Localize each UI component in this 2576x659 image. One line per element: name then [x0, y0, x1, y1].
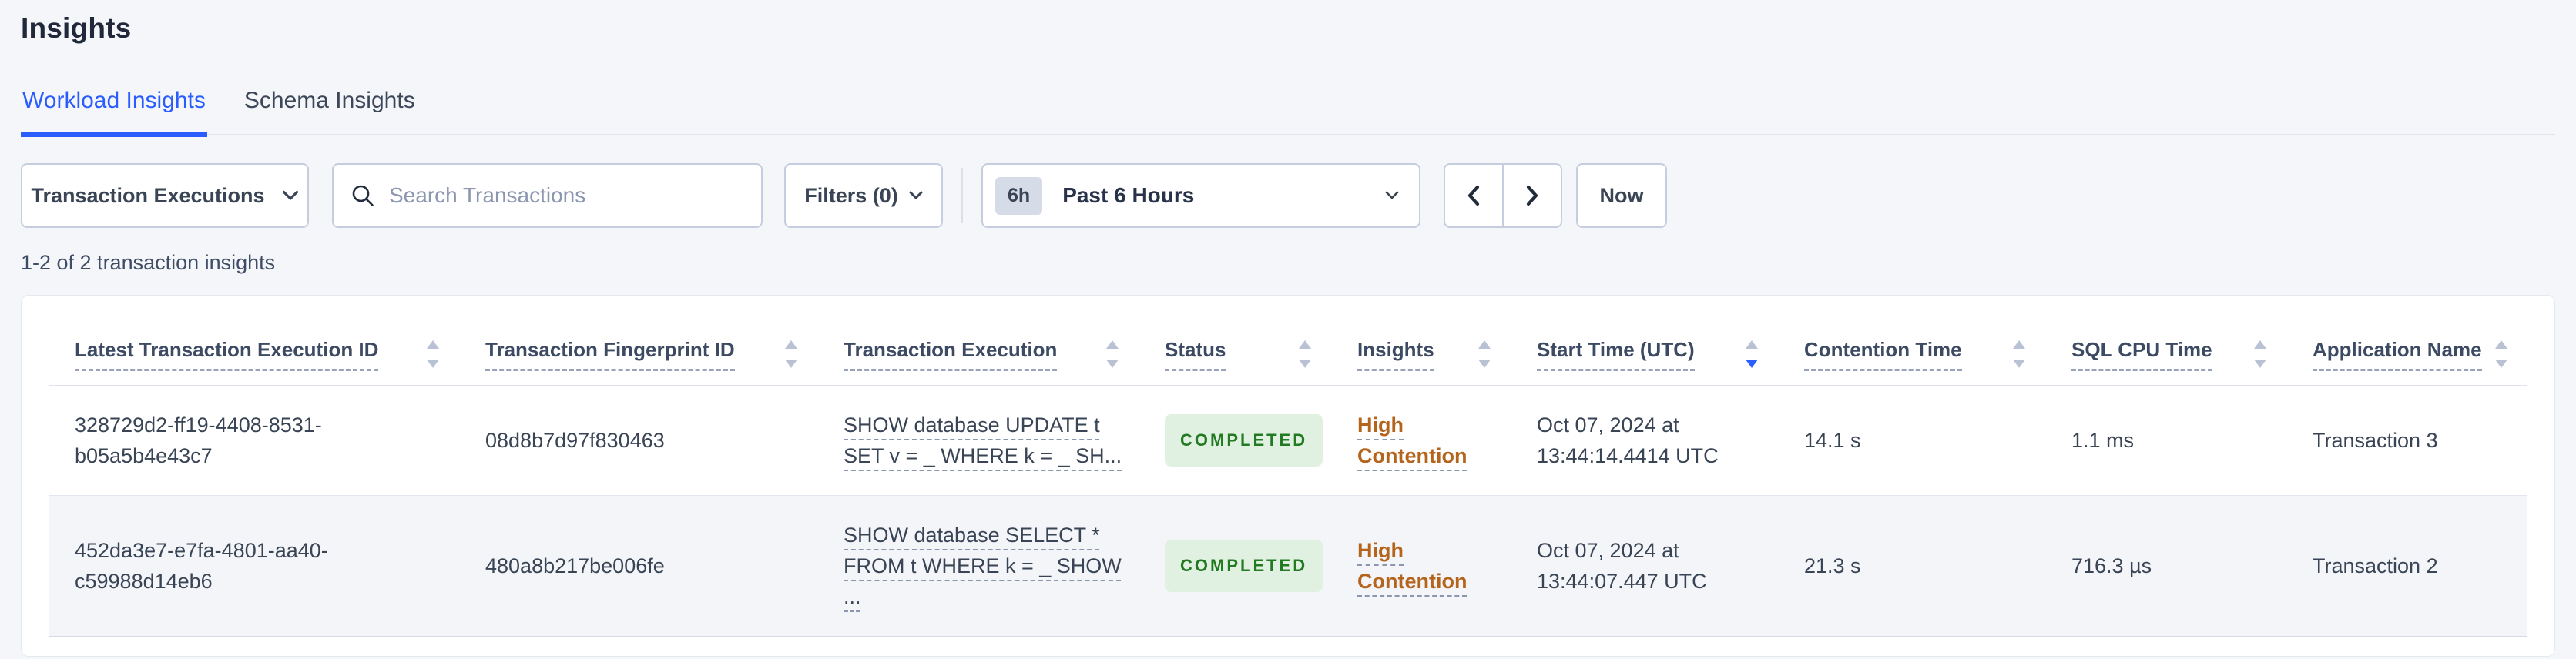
sort-icon[interactable] [2494, 337, 2509, 371]
column-header-transaction-fingerprint-id[interactable]: Transaction Fingerprint ID [459, 296, 817, 385]
chevron-left-icon [1467, 185, 1480, 206]
insights-page: Insights Workload Insights Schema Insigh… [0, 0, 2576, 657]
sql-cpu-time-cell: 716.3 µs [2071, 554, 2152, 577]
chevron-down-icon [909, 191, 923, 199]
status-badge: COMPLETED [1165, 540, 1323, 592]
time-range-pager [1444, 163, 1562, 228]
start-time-cell: Oct 07, 2024 at 13:44:14.4414 UTC [1537, 413, 1719, 467]
column-header-start-time[interactable]: Start Time (UTC) [1511, 296, 1778, 385]
chevron-right-icon [1526, 185, 1538, 206]
search-icon [352, 185, 374, 206]
column-header-insights[interactable]: Insights [1331, 296, 1511, 385]
sort-icon[interactable] [425, 337, 441, 371]
column-header-contention-time[interactable]: Contention Time [1778, 296, 2045, 385]
previous-time-range-button[interactable] [1444, 163, 1504, 228]
fingerprint-id-cell: 08d8b7d97f830463 [485, 429, 665, 452]
insight-high-contention-link[interactable]: High Contention [1331, 535, 1511, 597]
transaction-execution-link[interactable]: SHOW database UPDATE t SET v = _ WHERE k… [817, 410, 1139, 471]
sort-icon[interactable] [2011, 337, 2027, 371]
sort-icon[interactable] [1477, 337, 1492, 371]
table-row: 328729d2-ff19-4408-8531- b05a5b4e43c7 08… [49, 386, 2527, 496]
filters-label: Filters (0) [804, 183, 898, 207]
transaction-type-label: Transaction Executions [31, 183, 265, 207]
column-header-transaction-execution[interactable]: Transaction Execution [817, 296, 1139, 385]
column-header-latest-transaction-execution-id[interactable]: Latest Transaction Execution ID [49, 296, 459, 385]
now-button[interactable]: Now [1576, 163, 1667, 228]
search-input[interactable] [387, 182, 746, 209]
contention-time-cell: 14.1 s [1804, 429, 1861, 452]
time-range-badge: 6h [995, 176, 1043, 215]
contention-time-cell: 21.3 s [1804, 554, 1861, 577]
sort-icon[interactable] [2252, 337, 2268, 371]
tab-bar: Workload Insights Schema Insights [21, 88, 2555, 137]
status-cell: COMPLETED [1139, 414, 1331, 467]
status-badge: COMPLETED [1165, 414, 1323, 467]
chevron-down-icon [1385, 191, 1399, 199]
tab-workload-insights[interactable]: Workload Insights [21, 88, 207, 137]
page-title: Insights [21, 12, 132, 44]
application-name-cell: Transaction 3 [2313, 429, 2438, 452]
application-name-cell: Transaction 2 [2313, 554, 2438, 577]
next-time-range-button[interactable] [1502, 163, 1562, 228]
column-header-status[interactable]: Status [1139, 296, 1331, 385]
table-row: 452da3e7-e7fa-4801-aa40- c59988d14eb6 48… [49, 496, 2527, 637]
insight-high-contention-link[interactable]: High Contention [1331, 410, 1511, 471]
sql-cpu-time-cell: 1.1 ms [2071, 429, 2135, 452]
chevron-down-icon [282, 190, 298, 200]
toolbar: Transaction Executions Filters (0) 6h Pa… [21, 163, 2555, 228]
transaction-insights-table: Latest Transaction Execution ID Transact… [49, 296, 2527, 637]
results-summary: 1-2 of 2 transaction insights [21, 251, 276, 274]
column-header-application-name[interactable]: Application Name [2286, 296, 2527, 385]
sort-icon[interactable] [783, 337, 799, 371]
search-box [332, 163, 763, 228]
start-time-cell: Oct 07, 2024 at 13:44:07.447 UTC [1537, 539, 1707, 593]
filters-dropdown[interactable]: Filters (0) [784, 163, 943, 228]
table-header-row: Latest Transaction Execution ID Transact… [49, 296, 2527, 386]
time-range-label: Past 6 Hours [1062, 183, 1195, 207]
column-header-sql-cpu-time[interactable]: SQL CPU Time [2045, 296, 2286, 385]
time-range-picker[interactable]: 6h Past 6 Hours [981, 163, 1420, 228]
tab-schema-insights[interactable]: Schema Insights [243, 88, 417, 134]
toolbar-divider [961, 168, 963, 223]
transaction-execution-link[interactable]: SHOW database SELECT * FROM t WHERE k = … [817, 520, 1139, 612]
insights-table-card: Latest Transaction Execution ID Transact… [21, 295, 2555, 657]
transaction-type-dropdown[interactable]: Transaction Executions [21, 163, 309, 228]
fingerprint-id-cell: 480a8b217be006fe [485, 554, 665, 577]
sort-desc-icon[interactable] [1744, 337, 1759, 371]
sort-icon[interactable] [1105, 337, 1120, 371]
latest-execution-id-cell: 452da3e7-e7fa-4801-aa40- c59988d14eb6 [75, 539, 328, 593]
sort-icon[interactable] [1297, 337, 1313, 371]
status-cell: COMPLETED [1139, 540, 1331, 592]
latest-execution-id-cell: 328729d2-ff19-4408-8531- b05a5b4e43c7 [75, 413, 322, 467]
